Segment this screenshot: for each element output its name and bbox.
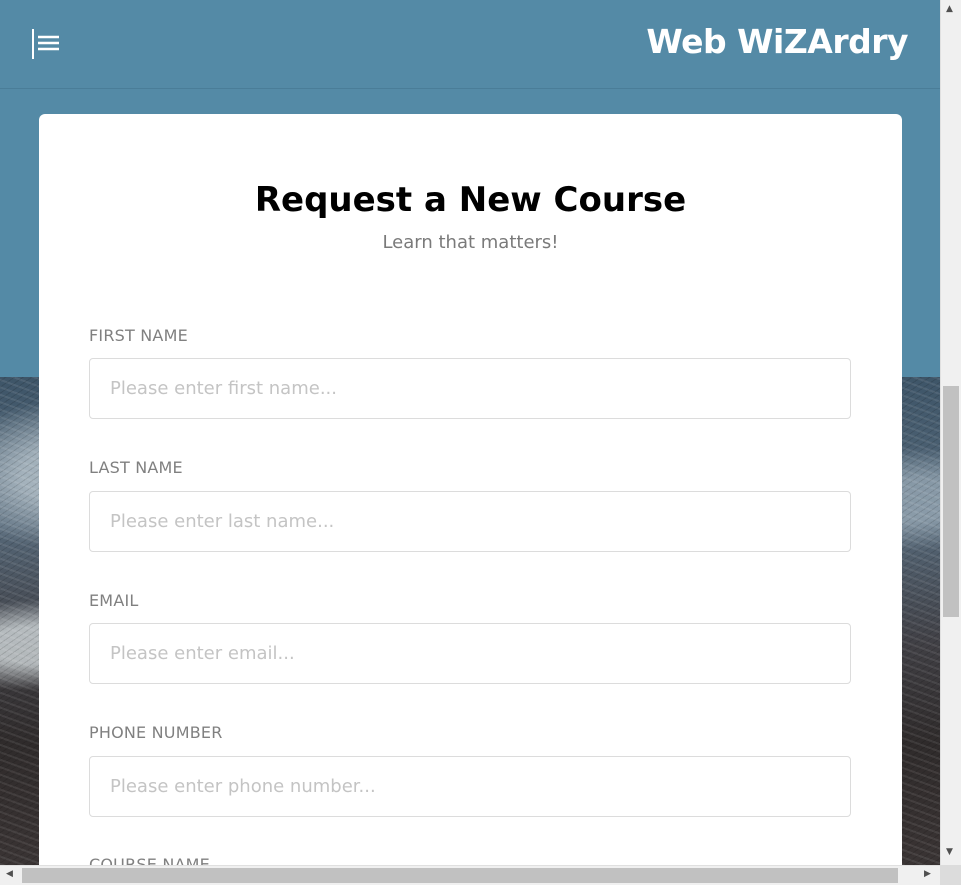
last-name-label: LAST NAME xyxy=(89,458,183,477)
phone-number-input[interactable] xyxy=(89,756,851,817)
top-navbar: Web WiZArdry xyxy=(0,0,940,89)
last-name-input[interactable] xyxy=(89,491,851,552)
scroll-right-arrow-icon[interactable]: ▶ xyxy=(924,870,931,879)
scrollbar-corner xyxy=(940,865,961,885)
vertical-scrollbar[interactable]: ▲ ▼ xyxy=(940,0,961,865)
first-name-input[interactable] xyxy=(89,358,851,419)
page-viewport: Web WiZArdry Request a New Course Learn … xyxy=(0,0,940,865)
email-input[interactable] xyxy=(89,623,851,684)
phone-number-label: PHONE NUMBER xyxy=(89,723,223,742)
email-label: EMAIL xyxy=(89,591,139,610)
scroll-up-arrow-icon[interactable]: ▲ xyxy=(946,5,953,14)
course-name-label: COURSE NAME xyxy=(89,855,210,865)
course-request-card: Request a New Course Learn that matters!… xyxy=(39,114,902,865)
vertical-scroll-thumb[interactable] xyxy=(943,386,959,617)
form-subtitle: Learn that matters! xyxy=(382,232,559,253)
horizontal-scrollbar[interactable]: ◀ ▶ xyxy=(0,865,940,885)
menu-lines-icon[interactable] xyxy=(31,28,61,60)
form-title: Request a New Course xyxy=(254,180,687,220)
scroll-left-arrow-icon[interactable]: ◀ xyxy=(6,870,13,879)
first-name-label: FIRST NAME xyxy=(89,326,188,345)
brand-logo-text[interactable]: Web WiZArdry xyxy=(646,22,908,61)
horizontal-scroll-thumb[interactable] xyxy=(22,868,898,883)
scroll-down-arrow-icon[interactable]: ▼ xyxy=(946,848,953,857)
